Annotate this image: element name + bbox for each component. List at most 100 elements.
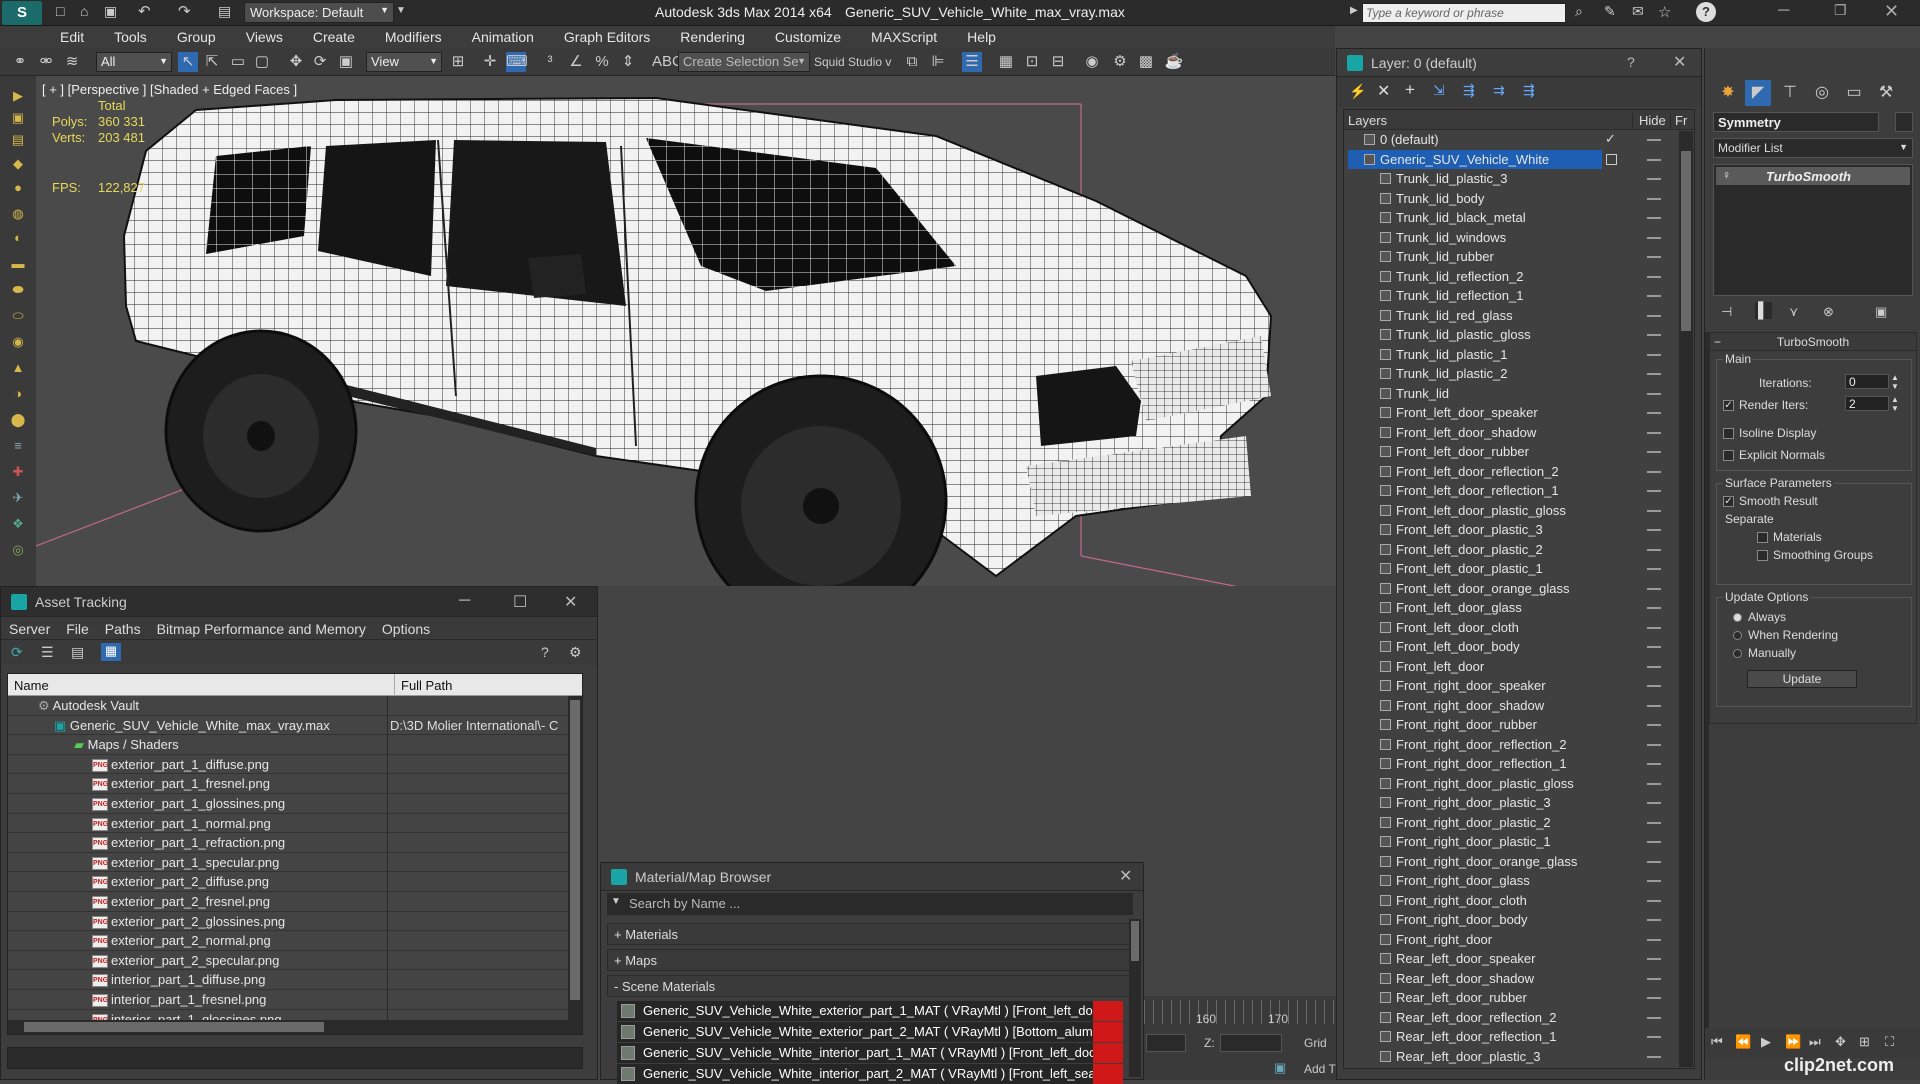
layer-object-row[interactable]: Trunk_lid_plastic_1 [1344,345,1694,365]
layer-object-row[interactable]: Rear_left_door_speaker [1344,949,1694,969]
asset-row[interactable]: PNGexterior_part_2_normal.png [8,931,582,951]
layer-object-row[interactable]: Front_right_door_plastic_3 [1344,793,1694,813]
hierarchy-tab-icon[interactable]: ⊤ [1777,80,1803,106]
layer-explorer-titlebar[interactable]: Layer: 0 (default) ? ✕ [1337,49,1701,77]
object-color-swatch[interactable] [1895,112,1913,132]
layer-object-row[interactable]: Front_left_door_rubber [1344,442,1694,462]
hide-toggle-icon[interactable] [1647,724,1661,726]
hide-toggle-icon[interactable] [1647,919,1661,921]
show-end-result-icon[interactable]: ▌ [1755,302,1772,319]
percent-snap-icon[interactable]: % [592,52,612,72]
layer-object-row[interactable]: Rear_left_door_shadow [1344,969,1694,989]
update-when-rendering-radio[interactable]: When Rendering [1733,628,1838,642]
open-file-icon[interactable]: ⌂ [80,3,88,19]
vertical-scrollbar[interactable] [568,696,582,1022]
layer-object-row[interactable]: Front_right_door [1344,930,1694,950]
hide-toggle-icon[interactable] [1647,412,1661,414]
column-header-hide[interactable]: Hide [1632,113,1666,128]
menu-file[interactable]: File [58,617,97,637]
tool-strip-icon-7[interactable]: ◐ [8,230,28,246]
layer-object-row[interactable]: Front_left_door_speaker [1344,403,1694,423]
layer-object-row[interactable]: Front_left_door_plastic_1 [1344,559,1694,579]
hide-toggle-icon[interactable] [1647,510,1661,512]
hide-toggle-icon[interactable] [1647,471,1661,473]
help-icon[interactable]: ? [1696,2,1716,22]
tool-strip-icon-15[interactable]: ≡ [8,438,28,454]
layer-object-row[interactable]: Front_right_door_glass [1344,871,1694,891]
max-file-row[interactable]: ▣ Generic_SUV_Vehicle_White_max_vray.max… [8,716,582,736]
layer-object-row[interactable]: Front_right_door_rubber [1344,715,1694,735]
close-window-icon[interactable]: ✕ [1884,1,1899,22]
tool-strip-icon-1[interactable]: ▶ [8,88,28,104]
material-search-input[interactable]: Search by Name ... [629,896,740,911]
maximize-viewport-icon[interactable]: ⛶ [1885,1034,1894,1050]
hide-toggle-icon[interactable] [1647,900,1661,902]
tool-strip-icon-3[interactable]: ▤ [8,132,28,148]
hide-toggle-icon[interactable] [1647,549,1661,551]
restore-window-icon[interactable]: ❐ [1834,2,1847,19]
asset-tracking-status-field[interactable] [7,1047,583,1069]
hide-toggle-icon[interactable] [1647,978,1661,980]
hide-toggle-icon[interactable] [1647,451,1661,453]
pan-view-icon[interactable]: ✥ [1835,1034,1846,1050]
asset-row[interactable]: PNGexterior_part_2_diffuse.png [8,872,582,892]
display-tab-icon[interactable]: ▭ [1841,80,1867,106]
align-icon[interactable]: ⊫ [928,52,948,72]
hide-toggle-icon[interactable] [1647,1036,1661,1038]
hide-toggle-icon[interactable] [1647,393,1661,395]
render-setup-icon[interactable]: ⚙ [1110,52,1130,72]
hide-toggle-icon[interactable] [1647,861,1661,863]
select-rotate-icon[interactable]: ⟳ [310,52,330,72]
asset-row[interactable]: PNGinterior_part_1_fresnel.png [8,990,582,1010]
search-options-icon[interactable]: ▼ [611,896,621,907]
menu-bitmap-performance[interactable]: Bitmap Performance and Memory [149,617,374,637]
time-ruler[interactable] [1144,1000,1336,1024]
hide-toggle-icon[interactable] [1647,997,1661,999]
menu-views[interactable]: Views [232,26,299,45]
layer-object-row[interactable]: Front_right_door_plastic_gloss [1344,774,1694,794]
hide-toggle-icon[interactable] [1647,490,1661,492]
asset-row[interactable]: PNGexterior_part_1_fresnel.png [8,774,582,794]
hide-toggle-icon[interactable] [1647,529,1661,531]
hide-toggle-icon[interactable] [1647,685,1661,687]
undo-icon[interactable]: ↶ [138,2,151,20]
layer-object-row[interactable]: Trunk_lid_plastic_3 [1344,169,1694,189]
render-production-icon[interactable]: ☕ [1164,52,1184,72]
add-selected-to-layer-icon[interactable]: ⇲ [1433,82,1445,99]
rectangular-selection-icon[interactable]: ▭ [228,52,248,72]
select-by-name-icon[interactable]: ⇱ [202,52,222,72]
table-view-icon[interactable]: ▦ [101,643,121,661]
rollout-header[interactable]: −TurboSmooth [1710,333,1916,351]
layer-object-row[interactable]: Front_left_door_plastic_3 [1344,520,1694,540]
menu-paths[interactable]: Paths [97,617,149,637]
hide-toggle-icon[interactable] [1647,1017,1661,1019]
tool-strip-icon-13[interactable]: ◑ [8,386,28,402]
tool-strip-icon-19[interactable]: ◎ [8,542,28,558]
menu-customize[interactable]: Customize [761,26,857,45]
layer-row-main[interactable]: Generic_SUV_Vehicle_White [1344,150,1694,170]
edit-named-selection-icon[interactable]: ABC [652,52,672,72]
next-frame-icon[interactable]: ⏩ [1785,1034,1801,1050]
scene-material-item[interactable]: Generic_SUV_Vehicle_White_exterior_part_… [617,1022,1123,1042]
hide-toggle-icon[interactable] [1647,276,1661,278]
tool-strip-icon-8[interactable]: ▬ [8,256,28,272]
pivot-center-icon[interactable]: ⊞ [448,52,468,72]
selection-filter-dropdown[interactable]: All▼ [96,52,172,72]
hide-toggle-icon[interactable] [1647,159,1661,161]
tool-strip-icon-6[interactable]: ◍ [8,206,28,222]
keyboard-shortcut-toggle-icon[interactable]: ⌨ [506,52,526,72]
layer-object-row[interactable]: Front_left_door_reflection_1 [1344,481,1694,501]
layer-row-default[interactable]: 0 (default)✓ [1344,130,1694,150]
layer-object-row[interactable]: Trunk_lid_plastic_2 [1344,364,1694,384]
layer-object-row[interactable]: Front_right_door_shadow [1344,696,1694,716]
x-coordinate-field[interactable] [1146,1034,1186,1052]
zoom-extents-icon[interactable]: ⊞ [1859,1034,1870,1050]
select-scale-icon[interactable]: ▣ [336,52,356,72]
pin-stack-icon[interactable]: ⊣ [1721,304,1732,320]
modifier-list-dropdown[interactable]: Modifier List▼ [1713,138,1913,158]
scene-explorer-icon[interactable]: ▦ [996,52,1016,72]
layer-object-row[interactable]: Rear_left_door_plastic_3 [1344,1047,1694,1067]
new-file-icon[interactable]: □ [56,3,64,19]
tree-view-icon[interactable]: ▤ [71,644,84,661]
help-icon[interactable]: ? [1627,54,1635,70]
